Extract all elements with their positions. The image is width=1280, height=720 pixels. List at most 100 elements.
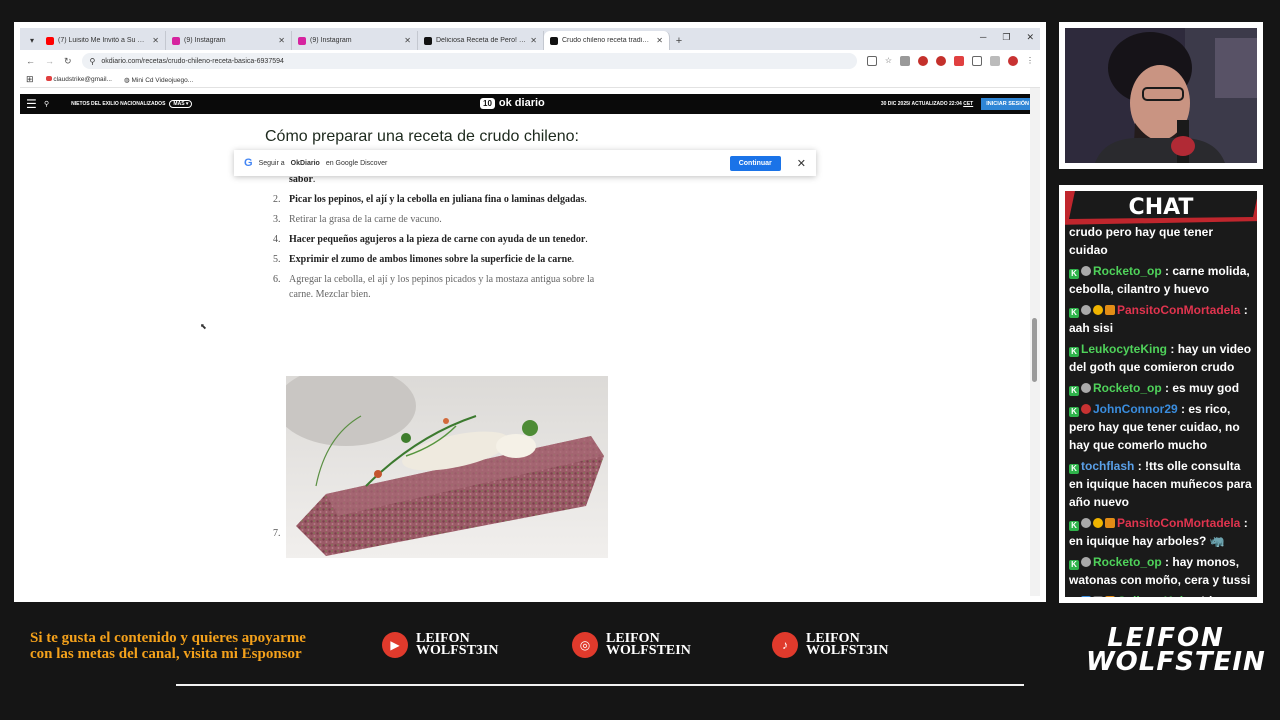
chat-username[interactable]: PansitoConMortadela (1117, 303, 1240, 317)
chat-badge-icon (1093, 596, 1103, 597)
window-controls: ─ ❐ ✕ (980, 32, 1034, 43)
discover-prefix: Seguir a (258, 159, 285, 167)
close-window-icon[interactable]: ✕ (1026, 32, 1034, 43)
minimize-icon[interactable]: ─ (980, 32, 986, 43)
page-scrollbar[interactable] (1030, 88, 1040, 596)
tab-title: (9) Instagram (310, 37, 352, 44)
apps-grid-icon[interactable]: ⊞ (26, 74, 34, 85)
instagram-icon: ◎ (572, 632, 598, 658)
site-info-icon[interactable]: ⚲ (90, 57, 96, 66)
chat-badge-icon (1081, 596, 1091, 597)
chat-badge-icon: K (1069, 308, 1079, 318)
chat-message: crudo pero hay que tener cuidao (1069, 223, 1255, 259)
tab-close-icon[interactable]: ✕ (152, 36, 159, 45)
puzzle-icon[interactable] (972, 56, 982, 66)
tab-close-icon[interactable]: ✕ (530, 36, 537, 45)
extension-record-icon[interactable] (918, 56, 928, 66)
okdiario-logo[interactable]: 10 ok diario (480, 97, 545, 109)
chat-message: K LeukocyteKing : hay un video del goth q… (1069, 340, 1255, 376)
step-text: . (584, 194, 587, 205)
nav-item-nietos[interactable]: NIETOS DEL EXILIO NACIONALIZADOS (71, 101, 165, 107)
chat-message: K JohnConnor29 : es rico, pero hay que te… (1069, 400, 1255, 454)
step-number: 7. (273, 528, 281, 539)
profile-avatar[interactable] (1008, 56, 1018, 66)
menu-kebab-icon[interactable]: ⋮ (1026, 56, 1034, 66)
tab-strip: (7) Luisito Me Invitó a Su Nuev ✕ (9) Inst… (40, 31, 670, 50)
chat-username[interactable]: Galleta_Kujo (1117, 594, 1190, 597)
downloads-icon[interactable] (990, 56, 1000, 66)
social-handle: LEIFON WOLFST3IN (416, 631, 499, 658)
chat-panel: CHAT crudo pero hay que tener cuidao K Roc… (1065, 191, 1257, 597)
logo-text: ok diario (498, 97, 545, 109)
browser-tab[interactable]: (9) Instagram ✕ (292, 31, 418, 50)
screen-cast-icon[interactable] (866, 56, 877, 66)
tab-favicon-icon (424, 36, 432, 45)
step-number: 6. (273, 274, 281, 285)
chat-badge-icon (1105, 305, 1115, 315)
tab-title: (7) Luisito Me Invitó a Su Nuev (58, 37, 149, 44)
scrollbar-thumb[interactable] (1032, 318, 1037, 382)
browser-tab[interactable]: (7) Luisito Me Invitó a Su Nuev ✕ (40, 31, 166, 50)
restore-icon[interactable]: ❐ (1002, 32, 1010, 43)
tab-search-dropdown-icon[interactable]: ▾ (24, 30, 40, 50)
chat-username[interactable]: tochflash (1081, 459, 1134, 473)
recipe-step: 2. Picar los pepinos, el ají y la cebolla… (273, 192, 613, 207)
recipe-step: 6. Agregar la cebolla, el ají y los pepin… (273, 272, 613, 302)
back-icon[interactable]: ← (26, 56, 35, 66)
tab-title: (9) Instagram (184, 37, 226, 44)
extension-alert-icon[interactable] (936, 56, 946, 66)
extension-icon[interactable] (900, 56, 910, 66)
continue-button[interactable]: Continuar (729, 155, 781, 171)
tab-favicon-icon (550, 36, 558, 45)
chat-username[interactable]: LeukocyteKing (1081, 342, 1167, 356)
chat-username[interactable]: Rocketo_op (1093, 381, 1162, 395)
header-nav: NIETOS DEL EXILIO NACIONALIZADOS MÁS ▾ (71, 100, 193, 108)
chat-username[interactable]: Rocketo_op (1093, 264, 1162, 278)
address-bar-row: ← → ↻ ⚲ okdiario.com/recetas/crudo-chile… (20, 50, 1040, 72)
chat-text: crudo pero hay que tener cuidao (1069, 225, 1214, 257)
site-header: ☰ ⚲ NIETOS DEL EXILIO NACIONALIZADOS MÁS… (20, 94, 1040, 114)
chat-badge-icon (1081, 518, 1091, 528)
bookmark-gmail[interactable]: claudstrike@gmail... (45, 76, 112, 83)
discover-brand: OkDiario (290, 159, 320, 167)
chat-username[interactable]: JohnConnor29 (1093, 402, 1178, 416)
tab-close-icon[interactable]: ✕ (278, 36, 285, 45)
forward-icon[interactable]: → (45, 56, 54, 66)
tab-favicon-icon (172, 36, 180, 45)
bookmarks-bar: ⊞ claudstrike@gmail... ◍ Mini Cd Videoju… (20, 72, 1040, 88)
tab-close-icon[interactable]: ✕ (656, 36, 663, 45)
url-text: okdiario.com/recetas/crudo-chileno-recet… (101, 57, 284, 65)
webcam-feed (1065, 28, 1257, 163)
chat-badge-icon (1081, 404, 1091, 414)
chat-badge-icon: K (1069, 269, 1079, 279)
more-menu-button[interactable]: MÁS ▾ (169, 100, 193, 108)
mouse-cursor-icon: ⬉ (200, 322, 207, 331)
url-field[interactable]: ⚲ okdiario.com/recetas/crudo-chileno-rec… (81, 53, 857, 69)
gmail-extension-icon[interactable] (954, 56, 964, 66)
social-link: ♪ LEIFON WOLFST3IN (772, 632, 888, 658)
bookmark-star-icon[interactable]: ☆ (885, 56, 892, 66)
login-button[interactable]: INICIAR SESIÓN (981, 98, 1034, 110)
search-icon[interactable]: ⚲ (44, 100, 49, 108)
hamburger-menu-icon[interactable]: ☰ (26, 97, 40, 111)
tab-close-icon[interactable]: ✕ (404, 36, 411, 45)
header-right: 30 DIC 2025/ ACTUALIZADO 22:04 CET INICI… (881, 98, 1034, 110)
tab-favicon-icon (298, 36, 306, 45)
reload-icon[interactable]: ↻ (64, 56, 72, 67)
browser-tab[interactable]: (9) Instagram ✕ (166, 31, 292, 50)
browser-tab[interactable]: Crudo chileno receta tradicion ✕ (544, 31, 670, 50)
chat-username[interactable]: Rocketo_op (1093, 555, 1162, 569)
globe-icon: ◍ (123, 76, 130, 84)
anniversary-badge: 10 (480, 97, 495, 109)
recipe-step: 5. Exprimir el zumo de ambos limones sobr… (273, 252, 613, 267)
dismiss-close-icon[interactable]: ✕ (797, 157, 806, 170)
chat-username[interactable]: PansitoConMortadela (1117, 516, 1240, 530)
sponsor-message: Si te gusta el contenido y quieres apoya… (30, 630, 306, 662)
new-tab-button[interactable]: + (670, 31, 688, 50)
step-bold-text: Picar los pepinos, el ají y la cebolla e… (289, 194, 585, 205)
bookmark-mini-cd[interactable]: ◍ Mini Cd Videojuego... (124, 76, 193, 84)
social-link: ◎ LEIFON WOLFSTEIN (572, 632, 691, 658)
browser-tab[interactable]: Deliciosa Receta de Pero! Frío o ✕ (418, 31, 544, 50)
step-text: . (571, 254, 575, 265)
header-updated: ACTUALIZADO 22:04 (911, 101, 962, 107)
